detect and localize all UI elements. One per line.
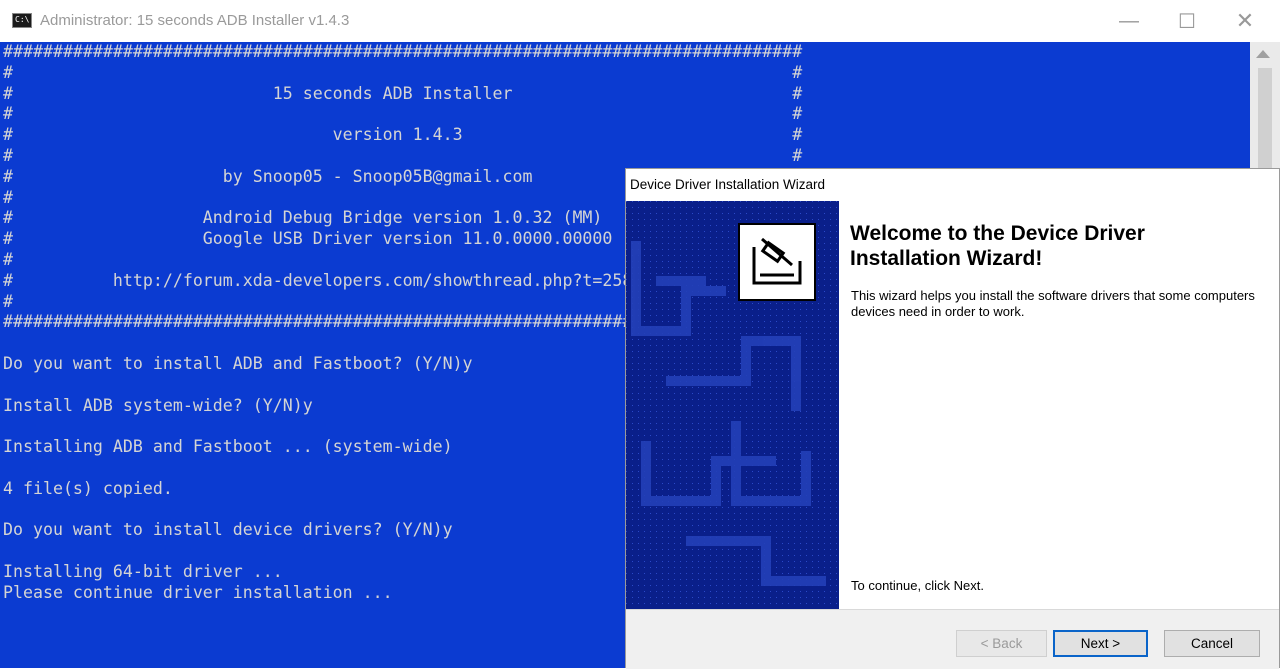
driver-install-logo-icon — [738, 223, 816, 301]
wizard-button-bar: < Back Next > Cancel — [626, 609, 1279, 669]
wizard-title: Device Driver Installation Wizard — [630, 177, 826, 192]
wizard-content: Welcome to the Device Driver Installatio… — [839, 201, 1279, 609]
wizard-heading: Welcome to the Device Driver Installatio… — [850, 222, 1145, 270]
wizard-titlebar[interactable]: Device Driver Installation Wizard — [626, 169, 1279, 201]
continue-instruction: To continue, click Next. — [851, 578, 984, 593]
maximize-button[interactable]: ☐ — [1158, 0, 1216, 42]
console-title: Administrator: 15 seconds ADB Installer … — [40, 12, 350, 29]
minimize-button[interactable]: — — [1100, 0, 1158, 42]
scroll-up-arrow-icon[interactable] — [1256, 50, 1270, 58]
console-titlebar[interactable]: C:\ Administrator: 15 seconds ADB Instal… — [0, 0, 1280, 42]
driver-wizard-dialog: Device Driver Installation Wizard Welcom… — [625, 168, 1280, 669]
wizard-side-banner — [626, 201, 839, 609]
console-app-icon: C:\ — [12, 13, 32, 28]
next-button[interactable]: Next > — [1053, 630, 1148, 657]
wizard-description: This wizard helps you install the softwa… — [851, 288, 1255, 319]
cancel-button[interactable]: Cancel — [1164, 630, 1260, 657]
close-button[interactable]: ✕ — [1216, 0, 1274, 42]
back-button[interactable]: < Back — [956, 630, 1047, 657]
